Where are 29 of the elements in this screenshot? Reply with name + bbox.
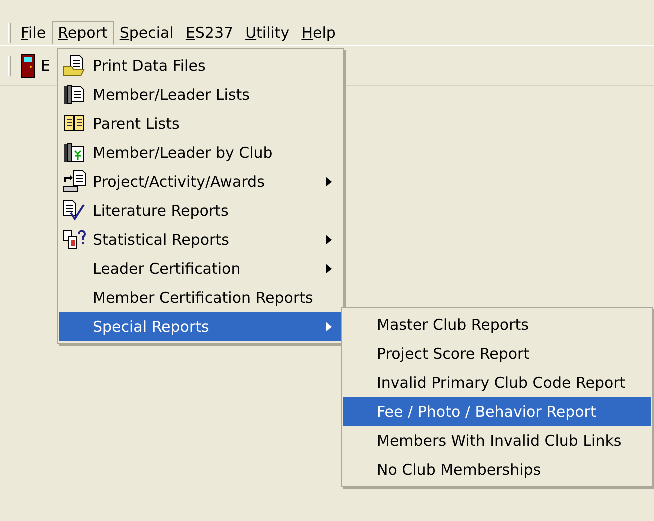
menu-item[interactable]: Member/Leader Lists: [59, 80, 342, 109]
menu-title[interactable]: ES237: [180, 20, 240, 44]
menu-title[interactable]: File: [15, 20, 52, 44]
menu-item[interactable]: Special Reports: [59, 312, 342, 341]
menu-item[interactable]: Project Score Report: [343, 339, 651, 368]
toolbar-label[interactable]: E: [41, 56, 50, 74]
document-stack-icon: [63, 84, 87, 106]
menu-title[interactable]: Utility: [240, 20, 296, 44]
menu-item[interactable]: No Club Memberships: [343, 455, 651, 484]
document-check-icon: [63, 200, 87, 222]
menu-title[interactable]: Help: [296, 20, 342, 44]
menu-item[interactable]: Master Club Reports: [343, 310, 651, 339]
menu-item[interactable]: Statistical Reports: [59, 225, 342, 254]
menu-item[interactable]: Member/Leader by Club: [59, 138, 342, 167]
documents-icon: [63, 112, 87, 134]
menu-title[interactable]: Special: [114, 20, 180, 44]
arrow-document-icon: [63, 170, 87, 194]
menu-item[interactable]: Project/Activity/Awards: [59, 167, 342, 196]
menu-item[interactable]: Parent Lists: [59, 109, 342, 138]
menu-item[interactable]: Leader Certification: [59, 254, 342, 283]
document-stack-icon: [63, 142, 87, 164]
menu-item[interactable]: Literature Reports: [59, 196, 342, 225]
menu-item[interactable]: Print Data Files: [59, 51, 342, 80]
menu-item[interactable]: Fee / Photo / Behavior Report: [343, 397, 651, 426]
menu-title[interactable]: Report: [52, 20, 114, 44]
menu-item[interactable]: Members With Invalid Club Links: [343, 426, 651, 455]
menu-item[interactable]: Member Certification Reports: [59, 283, 342, 312]
menu-item[interactable]: Invalid Primary Club Code Report: [343, 368, 651, 397]
door-icon[interactable]: [21, 54, 35, 78]
